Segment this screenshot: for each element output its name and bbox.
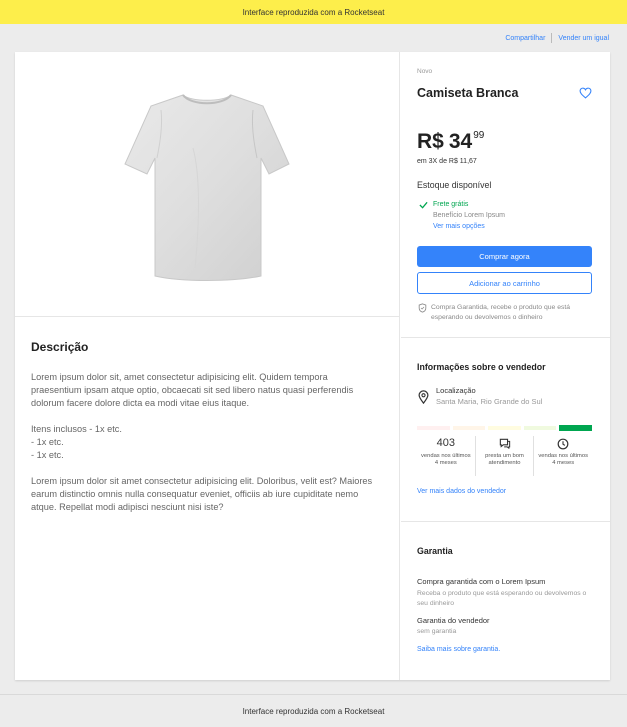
more-options-link[interactable]: Ver mais opções	[433, 223, 485, 230]
sales-count: 403	[436, 437, 456, 449]
warranty-item-desc: sem garantia	[417, 628, 457, 635]
guarantee-note: Compra Garantida, recebe o produto que e…	[431, 304, 571, 321]
buy-now-button[interactable]: Comprar agora	[417, 246, 592, 267]
price-cents: 99	[473, 130, 485, 141]
seller-stats: 403 vendas nos últimos 4 meses presta um…	[417, 436, 592, 476]
left-column: Descrição Lorem ipsum dolor sit, amet co…	[15, 52, 400, 680]
warranty-more-link[interactable]: Saiba mais sobre garantia.	[417, 646, 500, 653]
warranty-item-desc: Receba o produto que está esperando ou d…	[417, 590, 587, 607]
reputation-level	[523, 426, 557, 430]
warranty-title: Garantia	[417, 546, 453, 556]
price-currency: R$	[417, 130, 444, 153]
link-separator	[551, 33, 553, 43]
product-condition: Novo	[417, 68, 433, 75]
reputation-level	[417, 426, 450, 430]
description-paragraph: Lorem ipsum dolor sit amet consectetur a…	[31, 476, 373, 512]
seller-section-title: Informações sobre o vendedor	[417, 362, 546, 372]
product-image-area	[15, 52, 400, 317]
top-banner: Interface reproduzida com a Rocketseat	[0, 0, 627, 24]
sell-similar-link[interactable]: Vender um igual	[558, 35, 609, 42]
product-card: Descrição Lorem ipsum dolor sit, amet co…	[15, 52, 610, 680]
shield-icon	[418, 303, 427, 313]
reputation-level	[452, 426, 486, 430]
section-divider	[401, 521, 610, 522]
warranty-item-title: Compra garantida com o Lorem Ipsum	[417, 577, 546, 586]
stat-delivery: vendas nos últimos 4 meses	[534, 436, 592, 476]
top-links: Compartilhar Vender um igual	[505, 33, 609, 43]
price-integer: 34	[448, 130, 473, 153]
heart-icon[interactable]	[579, 87, 592, 99]
stat-service: presta um bom atendimento	[476, 436, 535, 476]
stat-label: vendas nos últimos 4 meses	[538, 453, 588, 466]
chat-icon	[499, 438, 510, 449]
clock-icon	[557, 438, 569, 449]
check-icon	[419, 201, 428, 209]
stock-status: Estoque disponível	[417, 180, 492, 190]
location-pin-icon	[418, 390, 429, 404]
footer-text: Interface reproduzida com a Rocketseat	[242, 706, 385, 716]
free-shipping: Frete grátis	[433, 201, 469, 208]
product-price: R$ 34 99	[417, 130, 484, 154]
description-title: Descrição	[31, 340, 89, 354]
description-paragraph: Itens inclusos - 1x etc. - 1x etc. - 1x …	[31, 424, 122, 460]
description-text: Lorem ipsum dolor sit, amet consectetur …	[31, 371, 376, 527]
top-banner-text: Interface reproduzida com a Rocketseat	[242, 7, 385, 17]
stat-label: vendas nos últimos 4 meses	[421, 453, 471, 466]
right-column: Novo Camiseta Branca R$ 34 99 em 3X de R…	[401, 52, 610, 680]
add-to-cart-button[interactable]: Adicionar ao carrinho	[417, 272, 592, 294]
reputation-thermometer	[417, 425, 592, 431]
installments: em 3X de R$ 11,67	[417, 158, 477, 165]
section-divider	[401, 337, 610, 338]
stat-sales: 403 vendas nos últimos 4 meses	[417, 436, 476, 476]
tshirt-image[interactable]	[123, 88, 291, 282]
share-link[interactable]: Compartilhar	[505, 35, 545, 42]
description-paragraph: Lorem ipsum dolor sit, amet consectetur …	[31, 372, 354, 408]
location-value: Santa Maria, Rio Grande do Sul	[436, 397, 543, 406]
footer: Interface reproduzida com a Rocketseat	[0, 695, 627, 727]
product-title: Camiseta Branca	[417, 86, 519, 100]
location-label: Localização	[436, 386, 476, 395]
reputation-level-active	[559, 425, 592, 431]
seller-more-link[interactable]: Ver mais dados do vendedor	[417, 488, 506, 495]
warranty-item-title: Garantia do vendedor	[417, 616, 490, 625]
stat-label: presta um bom atendimento	[485, 453, 524, 466]
reputation-level	[488, 426, 521, 430]
benefit-text: Benefício Lorem Ipsum	[433, 212, 505, 219]
